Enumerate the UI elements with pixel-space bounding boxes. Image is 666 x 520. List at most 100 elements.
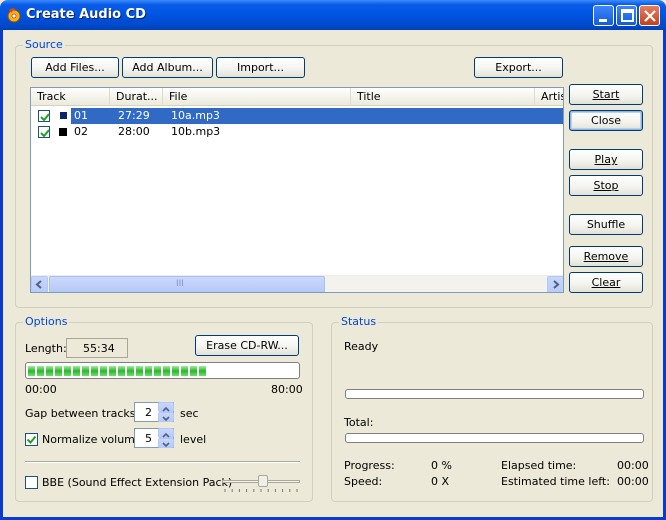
- normalize-label: Normalize volume:: [42, 433, 146, 446]
- minimize-icon: [599, 19, 607, 22]
- clear-button[interactable]: Clear: [569, 272, 643, 293]
- title-bar[interactable]: Create Audio CD: [0, 0, 666, 30]
- track-progress-bar: [345, 389, 644, 399]
- capacity-segment: [154, 366, 161, 376]
- normalize-up-button[interactable]: [158, 428, 174, 438]
- import-button[interactable]: Import...: [216, 57, 305, 78]
- options-divider: [25, 461, 300, 463]
- bbe-slider-thumb[interactable]: [258, 475, 268, 487]
- capacity-segment: [100, 366, 107, 376]
- close-button[interactable]: Close: [569, 110, 643, 131]
- bbe-slider[interactable]: [222, 474, 300, 494]
- capacity-segment: [46, 366, 53, 376]
- checkmark-icon: [26, 435, 37, 444]
- track-list[interactable]: Track Durat... File Title Artis 01 27:29…: [30, 87, 564, 293]
- track-number: 01: [74, 109, 88, 122]
- add-album-button[interactable]: Add Album...: [122, 57, 213, 78]
- column-file[interactable]: File: [163, 88, 351, 106]
- scroll-left-button[interactable]: [31, 276, 48, 292]
- capacity-segment: [28, 366, 35, 376]
- length-field: 55:34: [66, 338, 128, 358]
- elapsed-value: 00:00: [617, 459, 649, 472]
- gap-down-button[interactable]: [158, 412, 174, 422]
- normalize-checkbox[interactable]: [25, 433, 38, 446]
- arrow-left-icon: [35, 280, 42, 289]
- remove-button[interactable]: Remove: [569, 246, 643, 267]
- gap-up-button[interactable]: [158, 402, 174, 412]
- maximize-icon: [621, 9, 634, 22]
- estimated-value: 00:00: [617, 475, 649, 488]
- capacity-segment: [91, 366, 98, 376]
- status-state: Ready: [344, 340, 379, 353]
- gap-unit: sec: [180, 407, 199, 420]
- column-artist[interactable]: Artis: [535, 88, 563, 106]
- maximize-button[interactable]: [616, 5, 637, 26]
- length-label: Length:: [25, 342, 67, 355]
- track-color-marker: [59, 128, 67, 136]
- export-button[interactable]: Export...: [474, 57, 563, 78]
- scroll-thumb[interactable]: III: [49, 276, 325, 292]
- capacity-segment: [73, 366, 80, 376]
- total-label: Total:: [344, 416, 374, 429]
- status-group-label: Status: [339, 315, 379, 328]
- track-checkbox[interactable]: [38, 126, 50, 138]
- speed-value: 0 X: [431, 475, 450, 488]
- speed-label: Speed:: [344, 475, 383, 488]
- track-file: 10b.mp3: [171, 125, 221, 138]
- erase-cd-rw-button[interactable]: Erase CD-RW...: [195, 335, 299, 356]
- capacity-segment: [118, 366, 125, 376]
- bbe-label: BBE (Sound Effect Extension Pack): [42, 476, 233, 489]
- chevron-down-icon: [162, 416, 170, 422]
- capacity-segment: [136, 366, 143, 376]
- capacity-scale-start: 00:00: [25, 383, 57, 396]
- source-group-label: Source: [23, 38, 65, 51]
- track-row[interactable]: 01 27:29 10a.mp3: [31, 108, 563, 124]
- column-title[interactable]: Title: [351, 88, 535, 106]
- track-duration: 27:29: [118, 109, 150, 122]
- scroll-right-button[interactable]: [547, 276, 563, 292]
- capacity-segment: [55, 366, 62, 376]
- slider-ticks: [224, 489, 298, 492]
- normalize-down-button[interactable]: [158, 438, 174, 448]
- estimated-label: Estimated time left:: [501, 475, 610, 488]
- create-audio-cd-window: Create Audio CD Source Add Files... Add …: [0, 0, 666, 520]
- play-button[interactable]: Play: [569, 149, 643, 170]
- track-list-header: Track Durat... File Title Artis: [31, 88, 563, 106]
- capacity-segment: [82, 366, 89, 376]
- capacity-segment: [172, 366, 179, 376]
- shuffle-button[interactable]: Shuffle: [569, 214, 643, 235]
- gap-spinner[interactable]: [158, 402, 174, 422]
- horizontal-scrollbar[interactable]: III: [31, 275, 563, 292]
- scroll-grip: III: [176, 279, 184, 289]
- checkmark-icon: [40, 113, 50, 122]
- minimize-button[interactable]: [593, 5, 614, 26]
- normalize-spinner[interactable]: [158, 428, 174, 448]
- options-group-label: Options: [23, 315, 70, 328]
- close-window-button[interactable]: [639, 5, 660, 26]
- capacity-bar: [25, 362, 300, 379]
- progress-label: Progress:: [344, 459, 395, 472]
- arrow-right-icon: [553, 280, 560, 289]
- capacity-segment: [127, 366, 134, 376]
- progress-value: 0 %: [431, 459, 452, 472]
- column-track[interactable]: Track: [31, 88, 110, 106]
- bbe-checkbox[interactable]: [25, 476, 38, 489]
- track-duration: 28:00: [118, 125, 150, 138]
- cd-flame-icon: [7, 8, 21, 23]
- length-value: 55:34: [83, 342, 115, 355]
- start-button[interactable]: Start: [569, 84, 643, 105]
- capacity-segment: [163, 366, 170, 376]
- normalize-unit: level: [180, 433, 207, 446]
- track-checkbox[interactable]: [38, 110, 50, 122]
- track-color-marker: [59, 111, 68, 120]
- capacity-scale-end: 80:00: [271, 383, 303, 396]
- gap-label: Gap between tracks:: [25, 407, 140, 420]
- track-number: 02: [74, 125, 88, 138]
- track-row[interactable]: 02 28:00 10b.mp3: [31, 124, 563, 140]
- add-files-button[interactable]: Add Files...: [31, 57, 119, 78]
- capacity-segment: [190, 366, 197, 376]
- capacity-segment: [199, 366, 206, 376]
- capacity-segment: [145, 366, 152, 376]
- stop-button[interactable]: Stop: [569, 175, 643, 196]
- column-duration[interactable]: Durat...: [110, 88, 163, 106]
